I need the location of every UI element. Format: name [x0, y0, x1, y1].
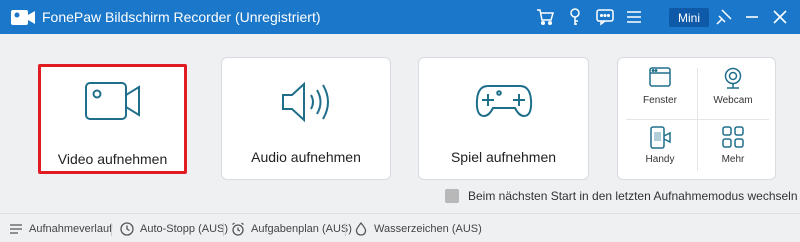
more-modes-panel: Fenster Webcam Handy Mehr [617, 57, 776, 180]
pin-icon[interactable] [713, 6, 735, 28]
separator [223, 223, 224, 236]
mini-button[interactable]: Mini [669, 8, 709, 27]
separator [345, 223, 346, 236]
separator [111, 223, 112, 236]
bottom-toolbar: Aufnahmeverlauf Auto-Stopp (AUS) Aufgabe… [0, 213, 800, 242]
game-record-label: Spiel aufnehmen [450, 149, 557, 165]
auto-stop-button[interactable]: Auto-Stopp (AUS) [120, 222, 228, 236]
webcam-record-button[interactable]: Webcam [698, 61, 768, 115]
window-icon [625, 67, 695, 87]
remember-mode-option: Beim nächsten Start in den letzten Aufna… [445, 189, 798, 203]
window-record-button[interactable]: Fenster [625, 61, 695, 115]
phone-icon [625, 126, 695, 150]
camera-logo-icon [11, 10, 35, 25]
remember-mode-label[interactable]: Beim nächsten Start in den letzten Aufna… [468, 189, 798, 203]
watermark-label: Wasserzeichen (AUS) [374, 223, 482, 235]
remember-mode-checkbox[interactable] [445, 189, 459, 203]
grid-icon [698, 126, 768, 148]
audio-record-label: Audio aufnehmen [251, 149, 361, 165]
game-record-card[interactable]: Spiel aufnehmen [418, 57, 589, 180]
more-label: Mehr [721, 154, 745, 165]
phone-record-button[interactable]: Handy [625, 120, 695, 174]
webcam-label: Webcam [713, 95, 753, 106]
speaker-icon [222, 80, 390, 124]
schedule-button[interactable]: Aufgabenplan (AUS) [231, 222, 352, 236]
webcam-icon [698, 67, 768, 89]
alarm-clock-icon [232, 222, 244, 236]
app-title: FonePaw Bildschirm Recorder (Unregistrie… [42, 9, 321, 25]
history-button[interactable]: Aufnahmeverlauf [9, 222, 112, 236]
window-label: Fenster [643, 95, 677, 106]
watermark-button[interactable]: Wasserzeichen (AUS) [354, 222, 482, 236]
drop-icon [355, 222, 367, 236]
phone-label: Handy [645, 154, 675, 165]
history-label: Aufnahmeverlauf [29, 223, 113, 235]
clock-icon [120, 222, 134, 236]
menu-icon[interactable] [623, 6, 645, 28]
auto-stop-label: Auto-Stopp (AUS) [140, 223, 229, 235]
video-record-label: Video aufnehmen [57, 151, 168, 167]
video-record-card[interactable]: Video aufnehmen [38, 64, 187, 174]
video-camera-icon [41, 81, 184, 121]
audio-record-card[interactable]: Audio aufnehmen [221, 57, 391, 180]
minimize-icon[interactable] [741, 6, 763, 28]
key-icon[interactable] [564, 6, 586, 28]
chat-icon[interactable] [594, 6, 616, 28]
close-icon[interactable] [769, 6, 791, 28]
title-bar: FonePaw Bildschirm Recorder (Unregistrie… [0, 0, 800, 34]
schedule-label: Aufgabenplan (AUS) [251, 223, 352, 235]
cart-icon[interactable] [534, 6, 556, 28]
list-icon [10, 224, 22, 234]
more-button[interactable]: Mehr [698, 120, 768, 174]
gamepad-icon [419, 80, 588, 120]
